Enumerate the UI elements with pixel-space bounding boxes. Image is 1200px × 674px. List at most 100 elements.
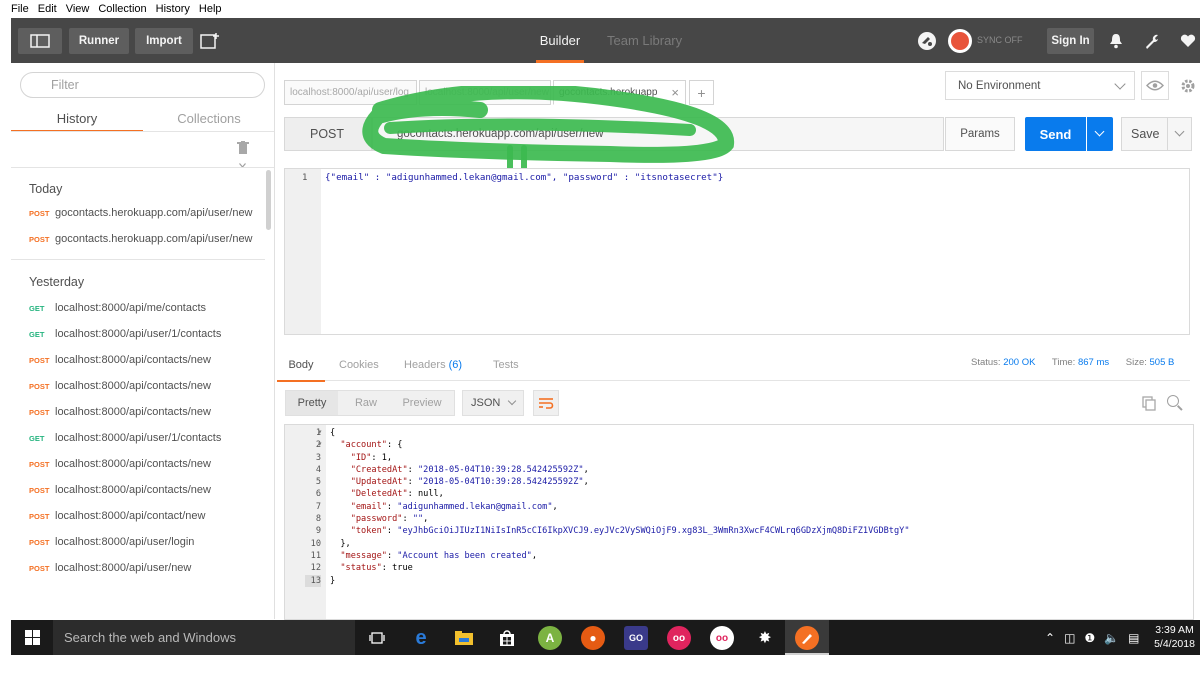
fold-icon[interactable]: ▾ [318, 439, 322, 451]
task-view-icon[interactable] [365, 626, 389, 650]
heart-button[interactable] [1176, 28, 1200, 54]
filter-input[interactable]: Filter [20, 72, 265, 98]
history-item[interactable]: POST localhost:8000/api/contacts/new [11, 482, 265, 498]
android-studio-icon[interactable]: A [538, 626, 562, 650]
code-line: "UpdatedAt": "2018-05-04T10:39:28.542425… [350, 477, 589, 488]
network-icon[interactable]: ◫ [1064, 631, 1075, 645]
tab-collections[interactable]: Collections [143, 104, 274, 132]
history-item[interactable]: POST localhost:8000/api/contacts/new [11, 456, 265, 472]
history-item[interactable]: POST gocontacts.herokuapp.com/api/user/n… [11, 205, 265, 221]
firefox-icon[interactable]: ● [581, 626, 605, 650]
menu-view[interactable]: View [65, 3, 91, 15]
format-raw-button[interactable]: Raw [344, 391, 388, 415]
divider [11, 131, 274, 132]
manage-environments-button[interactable] [1175, 71, 1200, 100]
history-item[interactable]: GET localhost:8000/api/user/1/contacts [11, 430, 265, 446]
url-input[interactable]: gocontacts.herokuapp.com/api/user/new [372, 117, 944, 151]
fold-icon[interactable]: ▾ [318, 427, 322, 439]
format-preview-button[interactable]: Preview [392, 391, 452, 415]
save-options-button[interactable] [1167, 118, 1191, 150]
sidebar-toggle-button[interactable] [18, 28, 62, 54]
interceptor-button[interactable] [914, 28, 940, 54]
code-line: "status": true [340, 563, 413, 574]
taskbar-search-input[interactable]: Search the web and Windows [53, 620, 355, 655]
chevron-up-icon[interactable]: ⌃ [1045, 631, 1055, 645]
tab-body[interactable]: Body [277, 349, 325, 382]
history-item[interactable]: POST localhost:8000/api/contacts/new [11, 352, 265, 368]
slack-icon[interactable]: ✸ [753, 626, 777, 650]
sync-status-label: SYNC OFF [977, 35, 1023, 45]
wifi-icon[interactable]: ❶ [1084, 631, 1095, 645]
start-button[interactable] [11, 620, 53, 655]
tab-history[interactable]: History [11, 104, 143, 132]
clock[interactable]: 3:39 AM 5/4/2018 [1149, 623, 1200, 651]
menu-file[interactable]: File [10, 3, 30, 15]
format-pretty-button[interactable]: Pretty [286, 391, 338, 415]
add-tab-button[interactable]: + [689, 80, 714, 105]
menubar: File Edit View Collection History Help [0, 0, 1200, 18]
tab-builder[interactable]: Builder [536, 18, 584, 63]
menu-edit[interactable]: Edit [37, 3, 58, 15]
settings-button[interactable] [1138, 28, 1166, 54]
volume-icon[interactable]: 🔈 [1104, 631, 1119, 645]
app-icon[interactable]: oo [710, 626, 734, 650]
code-line: "CreatedAt": "2018-05-04T10:39:28.542425… [350, 464, 589, 475]
format-type-select[interactable]: JSON [462, 390, 524, 416]
tab-headers-label: Headers [404, 359, 446, 371]
history-item[interactable]: POST localhost:8000/api/user/new [11, 560, 265, 576]
fold-markers: ▾ ▾ [318, 427, 322, 452]
history-item[interactable]: POST localhost:8000/api/contact/new [11, 508, 265, 524]
menu-collection[interactable]: Collection [97, 3, 147, 15]
tab-tests[interactable]: Tests [493, 349, 519, 381]
history-item-url: localhost:8000/api/me/contacts [55, 302, 207, 314]
request-tab[interactable]: localhost:8000/api/user/new [419, 80, 551, 105]
sidebar-tabs: History Collections [11, 104, 274, 132]
clear-history-button[interactable] [237, 141, 261, 168]
history-item-url: localhost:8000/api/user/1/contacts [55, 328, 222, 340]
method-select[interactable]: POST [284, 117, 372, 151]
history-item[interactable]: POST localhost:8000/api/contacts/new [11, 378, 265, 394]
goland-icon[interactable]: GO [624, 626, 648, 650]
tab-headers[interactable]: Headers (6) [404, 349, 462, 381]
tab-cookies[interactable]: Cookies [339, 349, 379, 381]
edge-browser-icon[interactable]: e [409, 626, 433, 650]
request-body-editor[interactable]: 1 {"email" : "adigunhammed.lekan@gmail.c… [284, 168, 1190, 335]
new-window-button[interactable] [193, 28, 227, 54]
notifications-icon[interactable]: ▤ [1128, 631, 1139, 645]
file-explorer-icon[interactable] [452, 626, 476, 650]
sync-icon[interactable] [948, 29, 972, 53]
sign-in-button[interactable]: Sign In [1047, 28, 1094, 54]
history-item[interactable]: POST gocontacts.herokuapp.com/api/user/n… [11, 231, 265, 247]
history-item-url: gocontacts.herokuapp.com/api/user/new [55, 233, 253, 245]
history-item[interactable]: POST localhost:8000/api/contacts/new [11, 404, 265, 420]
import-button[interactable]: Import [135, 28, 193, 54]
send-options-button[interactable] [1087, 117, 1113, 151]
store-icon[interactable] [495, 626, 519, 650]
search-response-button[interactable] [1166, 394, 1184, 412]
environment-quick-look-button[interactable] [1141, 71, 1169, 100]
copy-button[interactable] [1140, 394, 1158, 412]
method-badge: GET [29, 304, 45, 313]
environment-select[interactable]: No Environment [945, 71, 1135, 100]
history-item[interactable]: GET localhost:8000/api/user/1/contacts [11, 326, 265, 342]
menu-history[interactable]: History [155, 3, 191, 15]
history-item[interactable]: GET localhost:8000/api/me/contacts [11, 300, 265, 316]
tab-team-library[interactable]: Team Library [607, 18, 682, 63]
bell-icon [1110, 34, 1122, 49]
send-button[interactable]: Send [1025, 117, 1086, 151]
menu-help[interactable]: Help [198, 3, 223, 15]
method-badge: POST [29, 460, 50, 469]
line-number: 1 [302, 173, 308, 183]
taskbar-active-app[interactable] [785, 620, 829, 655]
app-icon[interactable]: oo [667, 626, 691, 650]
request-tab-active[interactable]: gocontacts.herokuapp × [553, 80, 686, 105]
sidebar-scrollbar[interactable] [266, 170, 271, 230]
response-body-viewer[interactable]: 1 2 3 4 5 6 7 8 9 10 11 12 13 ▾ ▾ { "account": { "ID"… [284, 424, 1194, 620]
wrap-lines-button[interactable] [533, 390, 559, 416]
runner-button[interactable]: Runner [69, 28, 129, 54]
request-tab[interactable]: localhost:8000/api/user/log [284, 80, 417, 105]
history-item[interactable]: POST localhost:8000/api/user/login [11, 534, 265, 550]
params-button[interactable]: Params [945, 117, 1015, 151]
close-icon[interactable]: × [671, 85, 679, 100]
notifications-button[interactable] [1104, 28, 1128, 54]
